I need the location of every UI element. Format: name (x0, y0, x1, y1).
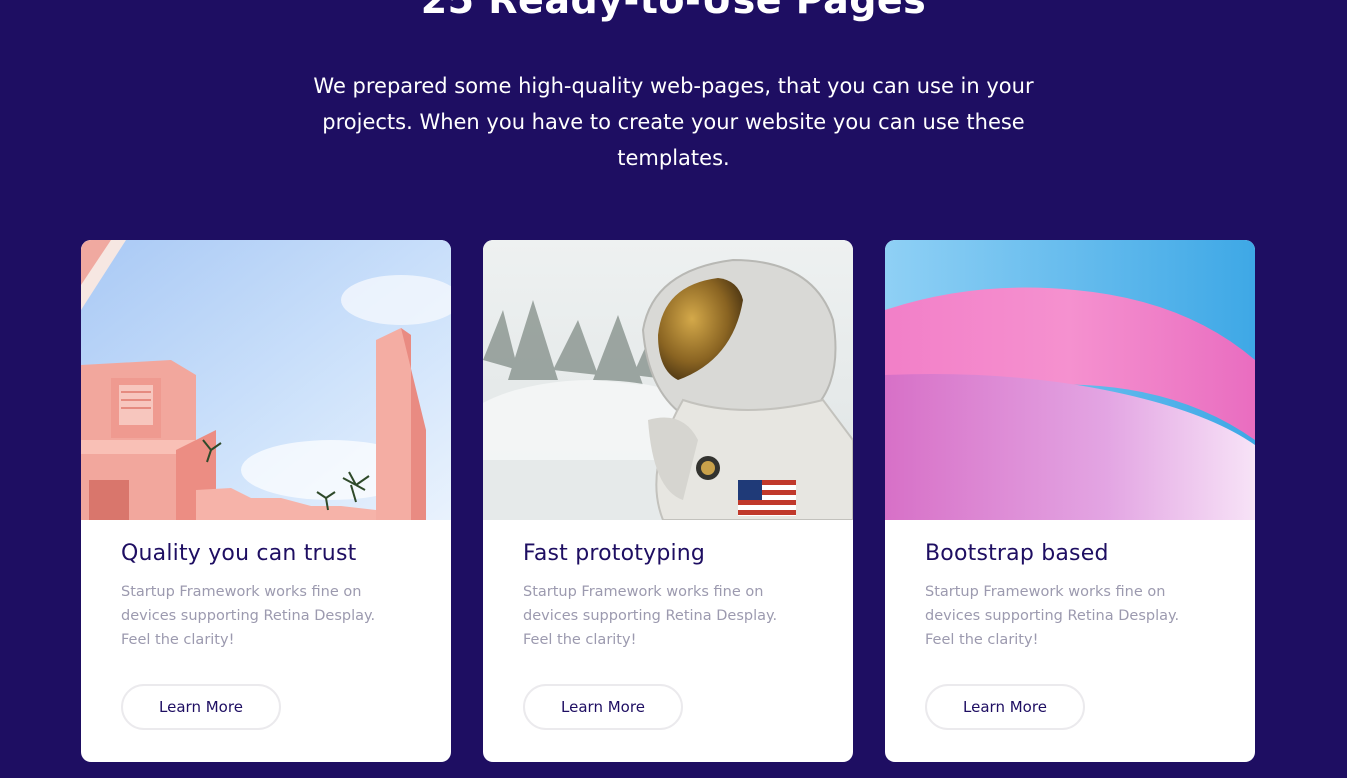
section-title: 25 Ready-to-Use Pages (420, 0, 927, 22)
feature-card-bootstrap: Bootstrap based Startup Framework works … (885, 240, 1255, 762)
card-description: Startup Framework works fine on devices … (925, 580, 1215, 652)
feature-card-quality: Quality you can trust Startup Framework … (81, 240, 451, 762)
card-text-line: Startup Framework works fine on (925, 584, 1166, 600)
card-text-line: devices supporting Retina Desplay. (121, 608, 376, 624)
card-title: Quality you can trust (121, 541, 357, 566)
card-text-line: Feel the clarity! (925, 632, 1039, 648)
learn-more-button[interactable]: Learn More (523, 684, 683, 730)
features-section: 25 Ready-to-Use Pages We prepared some h… (0, 0, 1347, 778)
subtitle-line: templates. (617, 146, 730, 170)
card-text-line: Startup Framework works fine on (523, 584, 764, 600)
section-subtitle: We prepared some high-quality web-pages,… (283, 68, 1064, 176)
learn-more-button[interactable]: Learn More (925, 684, 1085, 730)
card-image-pink-ribbon (885, 240, 1255, 520)
card-description: Startup Framework works fine on devices … (121, 580, 411, 652)
card-image-astronaut (483, 240, 853, 520)
card-description: Startup Framework works fine on devices … (523, 580, 813, 652)
subtitle-line: projects. When you have to create your w… (322, 110, 1025, 134)
subtitle-line: We prepared some high-quality web-pages,… (313, 74, 1034, 98)
card-text-line: devices supporting Retina Desplay. (523, 608, 778, 624)
flag-patch (738, 480, 796, 516)
card-text-line: Feel the clarity! (121, 632, 235, 648)
card-text-line: Startup Framework works fine on (121, 584, 362, 600)
card-title: Bootstrap based (925, 541, 1109, 566)
feature-card-prototyping: Fast prototyping Startup Framework works… (483, 240, 853, 762)
card-text-line: Feel the clarity! (523, 632, 637, 648)
learn-more-button[interactable]: Learn More (121, 684, 281, 730)
card-title: Fast prototyping (523, 541, 706, 566)
card-image-pink-building (81, 240, 451, 520)
card-text-line: devices supporting Retina Desplay. (925, 608, 1180, 624)
